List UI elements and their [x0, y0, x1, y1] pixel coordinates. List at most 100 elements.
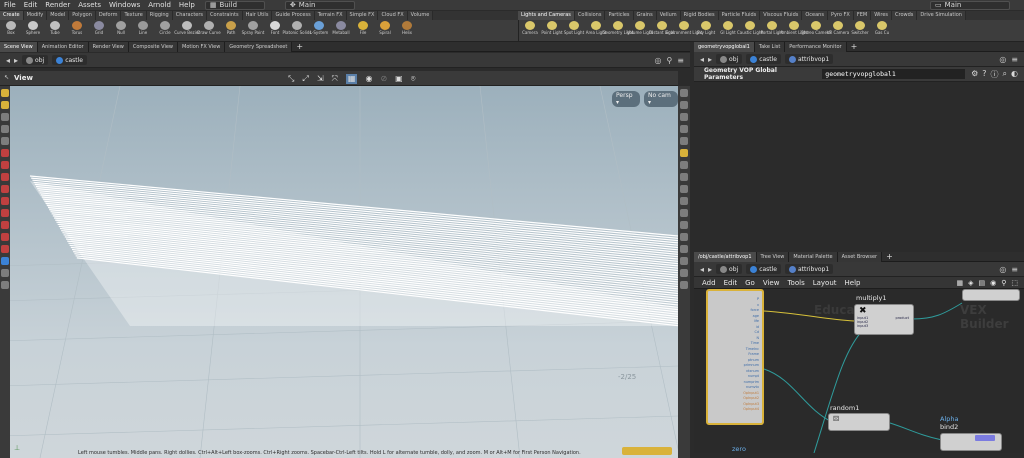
shelf-tool-environment-light[interactable]: Environment Light: [666, 20, 702, 42]
shelf-tab-drive-simulation[interactable]: Drive Simulation: [917, 11, 966, 20]
random-node[interactable]: ⚄: [828, 413, 890, 431]
tab-material-palette[interactable]: Material Palette: [789, 251, 838, 262]
display-icon-7[interactable]: [680, 173, 688, 181]
shelf-tool-file[interactable]: File: [352, 20, 374, 42]
camera-menu[interactable]: No cam ▾: [644, 91, 678, 107]
param-path-obj[interactable]: obj: [716, 54, 743, 64]
net-menu-help[interactable]: Help: [845, 279, 861, 287]
shelf-tab-collisions[interactable]: Collisions: [574, 11, 606, 20]
pose-tool-icon[interactable]: [1, 281, 9, 289]
network-editor[interactable]: Educat VEX Builder Pv force age life id Cd N Ti…: [694, 289, 1024, 453]
shelf-tool-vr-camera[interactable]: VR Camera: [827, 20, 849, 42]
multiply-in-3[interactable]: input3: [857, 324, 868, 328]
tab-network-path[interactable]: /obj/castle/attribvop1: [694, 251, 757, 262]
output-node[interactable]: [962, 289, 1020, 301]
lock-icon[interactable]: [1, 137, 9, 145]
path-castle[interactable]: castle: [52, 55, 87, 65]
net-tool-3-icon[interactable]: ▤: [979, 279, 986, 287]
multiply-node[interactable]: ✖ input1 input2 input3 product: [854, 304, 914, 335]
shelf-tool-line[interactable]: Line: [132, 20, 154, 42]
shelf-tool-point-light[interactable]: Point Light: [541, 20, 563, 42]
net-tool-1-icon[interactable]: ▦: [956, 279, 963, 287]
net-menu-edit[interactable]: Edit: [724, 279, 738, 287]
shelf-tab-lights-and-cameras[interactable]: Lights and Cameras: [518, 11, 575, 20]
param-pin-icon[interactable]: ◎: [999, 55, 1006, 64]
display-icon-16[interactable]: [680, 281, 688, 289]
shelf-tab-rigid-bodies[interactable]: Rigid Bodies: [680, 11, 719, 20]
shelf-tool-spot-light[interactable]: Spot Light: [563, 20, 585, 42]
shelf-tab-polygon[interactable]: Polygon: [69, 11, 96, 20]
add-network-tab-icon[interactable]: +: [882, 252, 897, 261]
tab-scene-view[interactable]: Scene View: [0, 41, 38, 52]
net-tool-2-icon[interactable]: ◈: [968, 279, 973, 287]
global-params-node[interactable]: Pv force age life id Cd N Time TimeInc Frame ptnum…: [706, 289, 764, 425]
help-icon[interactable]: ?: [982, 69, 986, 80]
net-menu-go[interactable]: Go: [745, 279, 755, 287]
forward-arrow-icon[interactable]: ▸: [14, 56, 18, 65]
shelf-tool-gi-light[interactable]: GI Light: [717, 20, 739, 42]
shelf-tab-viscous-fluids[interactable]: Viscous Fluids: [760, 11, 803, 20]
net-back-icon[interactable]: ◂: [700, 265, 704, 274]
menu-help[interactable]: Help: [175, 1, 199, 9]
display-icon-8[interactable]: [680, 185, 688, 193]
multi-snap-icon[interactable]: [1, 221, 9, 229]
tab-geometry-spreadsheet[interactable]: Geometry Spreadsheet: [225, 41, 293, 52]
eye-icon[interactable]: ◐: [1011, 69, 1018, 80]
menu-render[interactable]: Render: [41, 1, 74, 9]
tab-take-list[interactable]: Take List: [754, 41, 786, 52]
menu-arnold[interactable]: Arnold: [144, 1, 175, 9]
shelf-tab-grains[interactable]: Grains: [633, 11, 657, 20]
display-icon-2[interactable]: [680, 101, 688, 109]
persp-menu[interactable]: Persp ▾: [612, 91, 641, 107]
light-icon[interactable]: [680, 149, 688, 157]
curve-snap-icon[interactable]: [1, 197, 9, 205]
shelf-tab-texture[interactable]: Texture: [121, 11, 147, 20]
shelf-tool-spiral[interactable]: Spiral: [374, 20, 396, 42]
shelf-tab-model[interactable]: Model: [47, 11, 70, 20]
tab-animation-editor[interactable]: Animation Editor: [37, 41, 89, 52]
shelf-tab-constraints[interactable]: Constraints: [207, 11, 243, 20]
shelf-tool-draw-curve[interactable]: Draw Curve: [197, 20, 221, 42]
display-icon-6[interactable]: [680, 161, 688, 169]
display-icon-4[interactable]: [680, 125, 688, 133]
shelf-tool-tube[interactable]: Tube: [44, 20, 66, 42]
tab-composite-view[interactable]: Composite View: [128, 41, 178, 52]
shelf-tool-curve-bezier[interactable]: Curve Bezier: [174, 20, 200, 42]
net-forward-icon[interactable]: ▸: [708, 265, 712, 274]
menu-edit[interactable]: Edit: [20, 1, 42, 9]
display-options-icon[interactable]: ▦: [345, 74, 358, 84]
shelf-tab-characters[interactable]: Characters: [172, 11, 208, 20]
hand-tool-icon[interactable]: [1, 245, 9, 253]
display-icon-12[interactable]: [680, 233, 688, 241]
net-tool-5-icon[interactable]: ⚲: [1001, 279, 1006, 287]
shelf-tool-torus[interactable]: Torus: [66, 20, 88, 42]
shelf-tool-path[interactable]: Path: [220, 20, 242, 42]
shelf-tab-hair-utils[interactable]: Hair Utils: [242, 11, 273, 20]
shelf-tool-platonic-solids[interactable]: Platonic Solids: [283, 20, 311, 42]
display-icon-10[interactable]: [680, 209, 688, 217]
desktop-dropdown[interactable]: ▦ Build: [204, 0, 265, 10]
display-icon-13[interactable]: [680, 245, 688, 253]
display-icon-11[interactable]: [680, 221, 688, 229]
tab-performance-monitor[interactable]: Performance Monitor: [785, 41, 847, 52]
shelf-tool-switcher[interactable]: Switcher: [849, 20, 871, 42]
shelf-tool-grid[interactable]: Grid: [88, 20, 110, 42]
shelf-tool-caustic-light[interactable]: Caustic Light: [737, 20, 763, 42]
node-name-field[interactable]: geometryvopglobal1: [822, 69, 966, 79]
tab-tree-view[interactable]: Tree View: [756, 251, 790, 262]
net-pin-icon[interactable]: ◎: [999, 265, 1006, 274]
grid-snap-icon[interactable]: [1, 173, 9, 181]
global-port-opinput4[interactable]: OpInput4: [743, 407, 759, 413]
link-icon[interactable]: ⚲: [666, 56, 672, 65]
shelf-tab-cloud-fx[interactable]: Cloud FX: [378, 11, 408, 20]
shade-icon[interactable]: ▣: [395, 74, 403, 84]
render-tool-icon[interactable]: [1, 269, 9, 277]
add-tab-icon[interactable]: +: [292, 42, 307, 51]
shelf-tab-oceans[interactable]: Oceans: [802, 11, 828, 20]
menu-file[interactable]: File: [0, 1, 20, 9]
menu-windows[interactable]: Windows: [105, 1, 144, 9]
display-icon-15[interactable]: [680, 269, 688, 277]
move-tool-icon[interactable]: [1, 101, 9, 109]
net-menu-tools[interactable]: Tools: [787, 279, 804, 287]
shelf-tool-stereo-camera[interactable]: Stereo Camera: [801, 20, 831, 42]
